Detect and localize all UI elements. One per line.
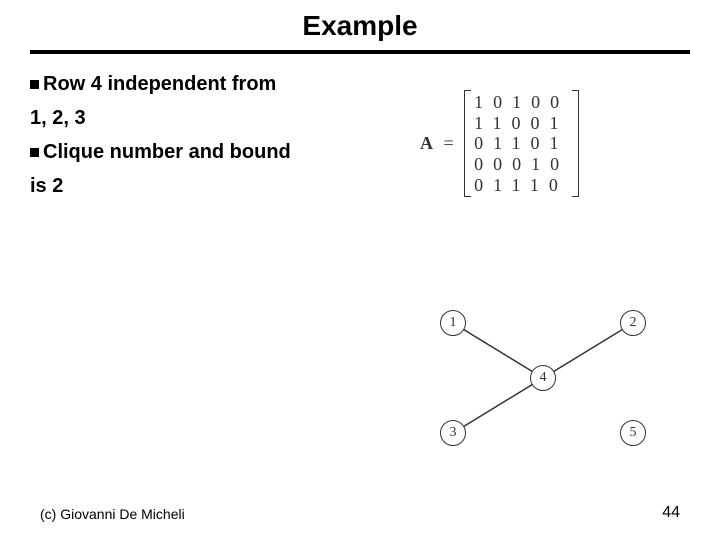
matrix-row: 10100 bbox=[474, 92, 569, 113]
node-4: 4 bbox=[530, 365, 556, 391]
matrix-body: 10100 11001 01101 00010 01110 bbox=[464, 90, 579, 197]
bullet-1-cont: 1, 2, 3 bbox=[30, 104, 390, 132]
matrix-row: 11001 bbox=[474, 113, 569, 134]
matrix-row: 01110 bbox=[474, 175, 569, 196]
node-1: 1 bbox=[440, 310, 466, 336]
copyright: (c) Giovanni De Micheli bbox=[40, 506, 185, 522]
matrix-row: 00010 bbox=[474, 154, 569, 175]
bullet-1: Row 4 independent from bbox=[30, 70, 390, 98]
bullet-1-lead: Row 4 independent from bbox=[43, 73, 276, 95]
bullet-icon bbox=[30, 148, 39, 157]
matrix-row: 01101 bbox=[474, 133, 569, 154]
node-5: 5 bbox=[620, 420, 646, 446]
bullet-icon bbox=[30, 80, 39, 89]
bullet-2-cont: is 2 bbox=[30, 172, 390, 200]
bullet-2: Clique number and bound bbox=[30, 138, 390, 166]
matrix-label: A bbox=[420, 133, 433, 154]
equals-sign: = bbox=[444, 133, 454, 154]
edge-3-4 bbox=[453, 378, 543, 433]
edge-1-4 bbox=[453, 323, 543, 378]
title-rule bbox=[30, 50, 690, 54]
page-number: 44 bbox=[662, 504, 680, 522]
edge-2-4 bbox=[543, 323, 633, 378]
node-2: 2 bbox=[620, 310, 646, 336]
page-title: Example bbox=[0, 10, 720, 42]
slide: Example Row 4 independent from 1, 2, 3 C… bbox=[0, 0, 720, 540]
node-3: 3 bbox=[440, 420, 466, 446]
graph: 1 2 4 3 5 bbox=[420, 310, 670, 450]
matrix-equation: A = 10100 11001 01101 00010 01110 bbox=[420, 90, 579, 197]
bullet-2-lead: Clique number and bound bbox=[43, 141, 291, 163]
bullet-list: Row 4 independent from 1, 2, 3 Clique nu… bbox=[30, 70, 390, 206]
